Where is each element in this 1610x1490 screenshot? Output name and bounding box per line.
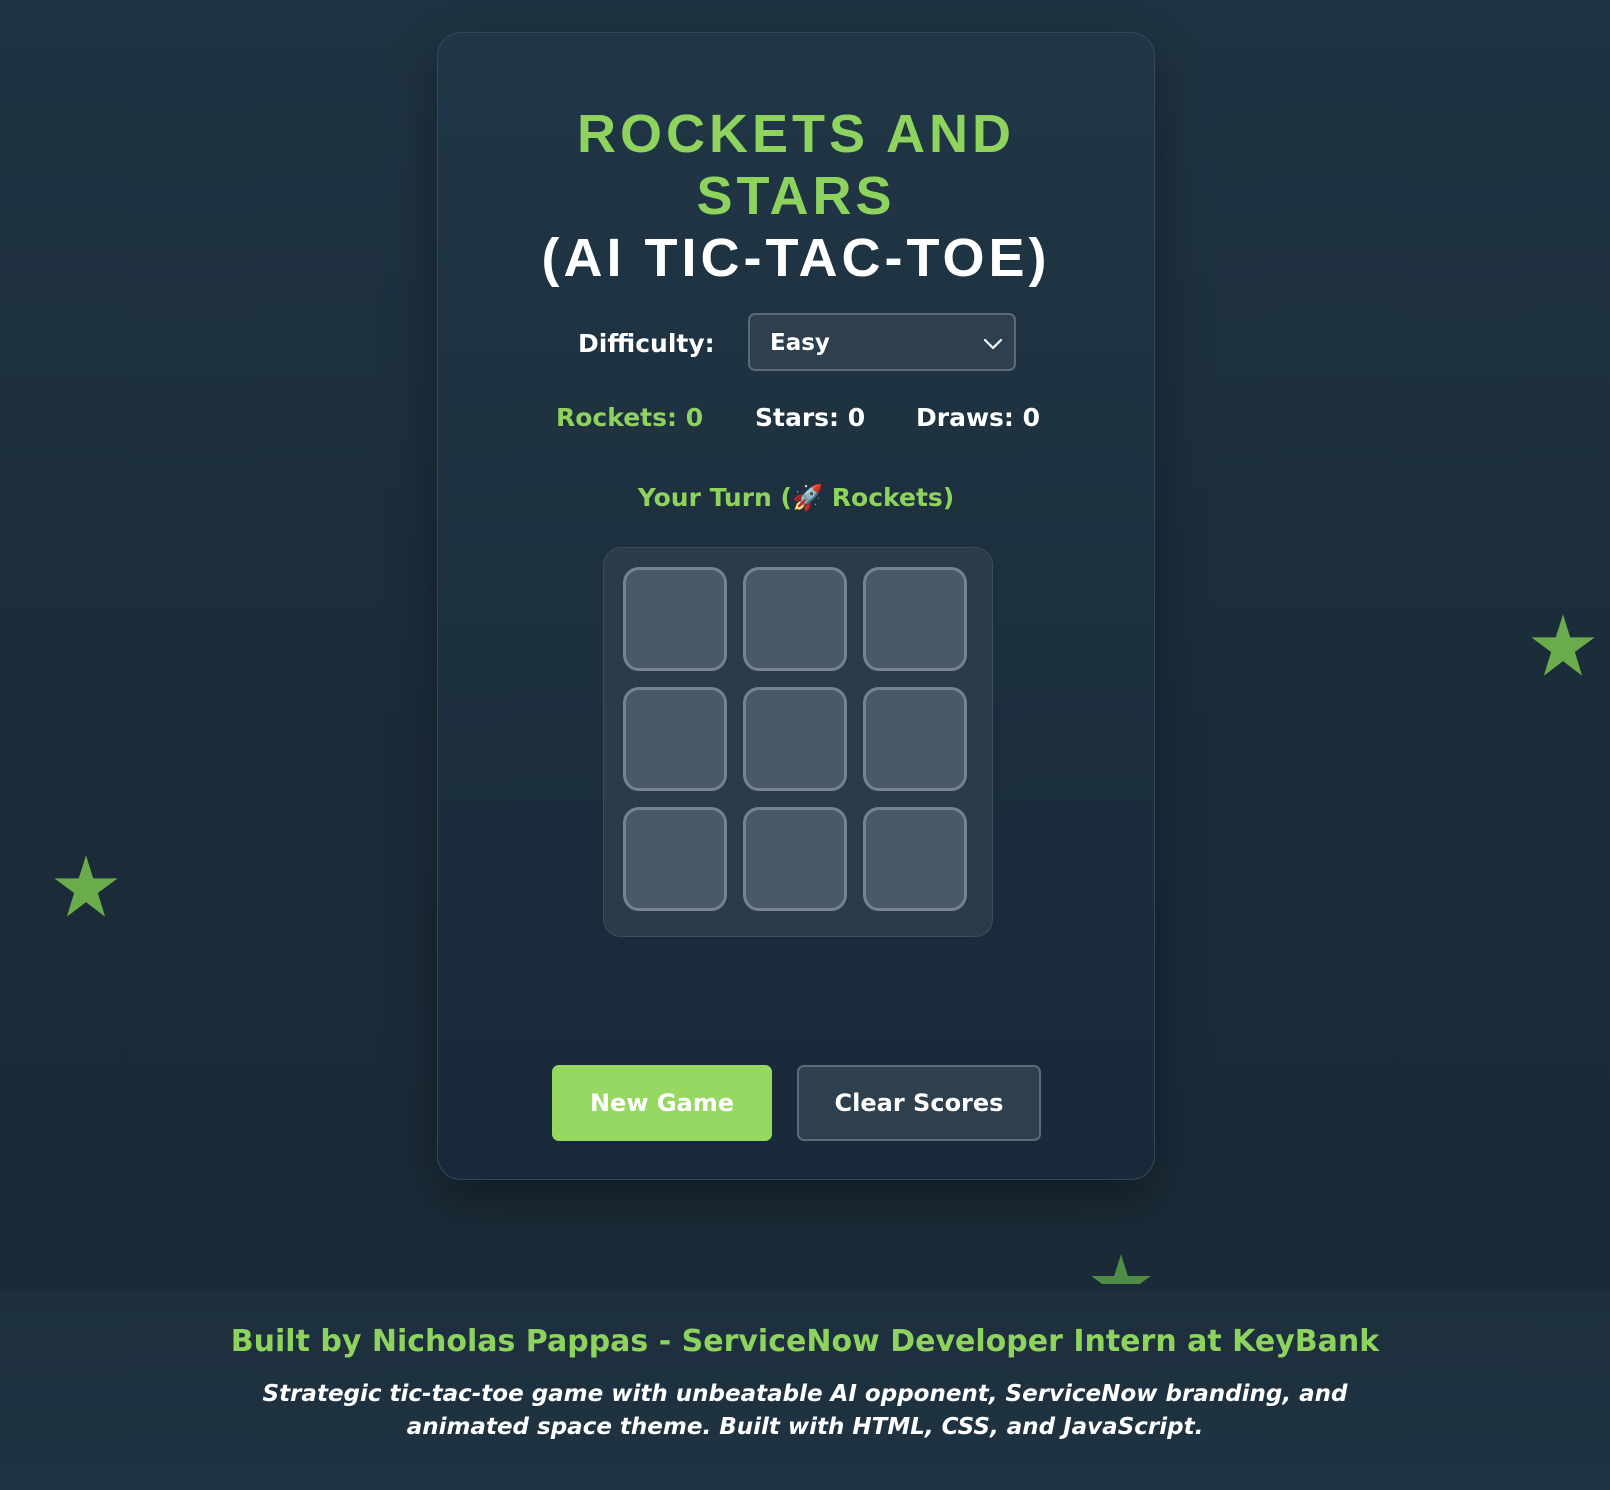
scoreboard: Rockets: 0 Stars: 0 Draws: 0 xyxy=(438,403,1154,435)
difficulty-row: Difficulty: Easy xyxy=(438,313,1154,373)
background-star-icon xyxy=(53,855,119,919)
board-cell-7[interactable] xyxy=(743,807,847,911)
board-cell-0[interactable] xyxy=(623,567,727,671)
board-cell-5[interactable] xyxy=(863,687,967,791)
page-title: ROCKETS AND STARS (AI TIC-TAC-TOE) xyxy=(438,103,1154,289)
board-cell-2[interactable] xyxy=(863,567,967,671)
footer: Built by Nicholas Pappas - ServiceNow De… xyxy=(0,1290,1610,1490)
score-draws: Draws: 0 xyxy=(916,403,1041,432)
board-cell-4[interactable] xyxy=(743,687,847,791)
difficulty-label: Difficulty: xyxy=(578,329,715,358)
board-cell-8[interactable] xyxy=(863,807,967,911)
board-cell-6[interactable] xyxy=(623,807,727,911)
score-stars: Stars: 0 xyxy=(755,403,866,432)
game-card: ROCKETS AND STARS (AI TIC-TAC-TOE) Diffi… xyxy=(437,32,1155,1180)
board-cell-1[interactable] xyxy=(743,567,847,671)
background-star-icon xyxy=(1530,614,1596,678)
difficulty-selected-value: Easy xyxy=(770,330,830,356)
title-line-1: ROCKETS AND STARS xyxy=(576,104,1015,226)
background-star-icon xyxy=(1090,1254,1152,1284)
footer-credit: Built by Nicholas Pappas - ServiceNow De… xyxy=(230,1324,1380,1359)
chevron-down-icon xyxy=(982,333,1004,359)
difficulty-select[interactable]: Easy xyxy=(748,313,1016,371)
footer-description: Strategic tic-tac-toe game with unbeatab… xyxy=(262,1381,1348,1440)
turn-status: Your Turn (🚀 Rockets) xyxy=(637,483,955,512)
new-game-button[interactable]: New Game xyxy=(552,1065,772,1141)
board-cell-3[interactable] xyxy=(623,687,727,791)
title-line-2: (AI TIC-TAC-TOE) xyxy=(541,228,1051,288)
clear-scores-button[interactable]: Clear Scores xyxy=(797,1065,1041,1141)
score-rockets: Rockets: 0 xyxy=(556,403,704,432)
game-board xyxy=(603,547,993,937)
